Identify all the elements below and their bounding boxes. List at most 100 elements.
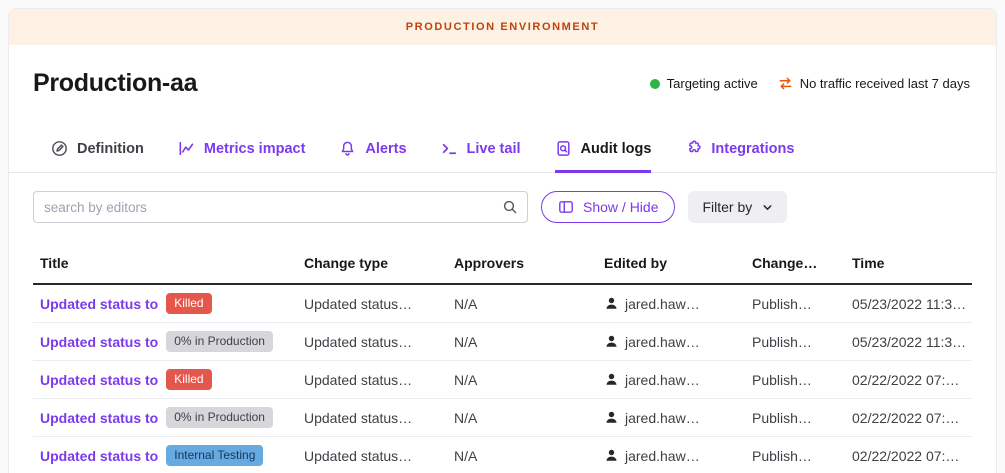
table-row[interactable]: Updated status to Killed Updated status…… xyxy=(33,285,972,323)
table-header-row: Title Change type Approvers Edited by Ch… xyxy=(33,247,972,285)
cell-change: Publish… xyxy=(745,296,845,312)
cell-change: Publish… xyxy=(745,410,845,426)
page-header: Production-aa Targeting active No traffi… xyxy=(9,45,996,98)
definition-pencil-icon xyxy=(51,140,68,157)
status-badge: 0% in Production xyxy=(166,407,273,428)
row-title-link[interactable]: Updated status to xyxy=(40,296,158,312)
cell-time: 05/23/2022 11:3… xyxy=(845,334,972,350)
environment-card: PRODUCTION ENVIRONMENT Production-aa Tar… xyxy=(8,8,997,473)
cell-time: 02/22/2022 07:… xyxy=(845,372,972,388)
targeting-status-label: Targeting active xyxy=(667,76,758,91)
cell-edited-by: jared.haw… xyxy=(597,410,745,426)
line-chart-icon xyxy=(178,140,195,157)
tab-audit-logs[interactable]: Audit logs xyxy=(555,140,652,173)
filter-by-label: Filter by xyxy=(702,199,752,215)
cell-change: Publish… xyxy=(745,372,845,388)
cell-time: 05/23/2022 11:3… xyxy=(845,296,972,312)
cell-change-type: Updated status… xyxy=(297,334,447,350)
cell-edited-by: jared.haw… xyxy=(597,334,745,350)
show-hide-button[interactable]: Show / Hide xyxy=(541,191,675,223)
person-icon xyxy=(604,372,619,387)
tab-label: Definition xyxy=(77,141,144,157)
table-row[interactable]: Updated status to 0% in Production Updat… xyxy=(33,399,972,437)
traffic-status: No traffic received last 7 days xyxy=(778,76,970,91)
cell-title: Updated status to Killed xyxy=(33,293,297,314)
cell-edited-by: jared.haw… xyxy=(597,372,745,388)
tab-alerts[interactable]: Alerts xyxy=(339,140,406,173)
cell-title: Updated status to Killed xyxy=(33,369,297,390)
person-icon xyxy=(604,448,619,463)
person-icon xyxy=(604,410,619,425)
edited-by-name: jared.haw… xyxy=(625,448,700,464)
tab-metrics-impact[interactable]: Metrics impact xyxy=(178,140,306,173)
table-row[interactable]: Updated status to 0% in Production Updat… xyxy=(33,323,972,361)
puzzle-icon xyxy=(685,140,702,157)
header-edited-by: Edited by xyxy=(597,255,745,271)
cell-change-type: Updated status… xyxy=(297,410,447,426)
tab-live-tail[interactable]: Live tail xyxy=(441,140,521,173)
cell-time: 02/22/2022 07:… xyxy=(845,410,972,426)
bell-icon xyxy=(339,140,356,157)
production-environment-banner: PRODUCTION ENVIRONMENT xyxy=(9,9,996,45)
audit-log-document-icon xyxy=(555,140,572,157)
tab-bar: Definition Metrics impact Alerts Live ta… xyxy=(9,140,996,173)
targeting-status: Targeting active xyxy=(650,76,758,91)
cell-approvers: N/A xyxy=(447,448,597,464)
tab-label: Metrics impact xyxy=(204,141,306,157)
tab-integrations[interactable]: Integrations xyxy=(685,140,794,173)
traffic-status-label: No traffic received last 7 days xyxy=(800,76,970,91)
audit-log-table: Title Change type Approvers Edited by Ch… xyxy=(33,247,972,473)
cell-title: Updated status to Internal Testing xyxy=(33,445,297,466)
cell-change: Publish… xyxy=(745,448,845,464)
columns-icon xyxy=(558,199,574,215)
header-title: Title xyxy=(33,255,297,271)
status-badge: Killed xyxy=(166,293,211,314)
row-title-link[interactable]: Updated status to xyxy=(40,372,158,388)
table-row[interactable]: Updated status to Killed Updated status…… xyxy=(33,361,972,399)
filter-by-button[interactable]: Filter by xyxy=(688,191,787,223)
cell-change: Publish… xyxy=(745,334,845,350)
status-indicators: Targeting active No traffic received las… xyxy=(650,76,970,91)
tab-label: Live tail xyxy=(467,141,521,157)
targeting-active-dot-icon xyxy=(650,79,660,89)
cell-approvers: N/A xyxy=(447,410,597,426)
chevron-down-icon xyxy=(760,200,775,215)
cell-change-type: Updated status… xyxy=(297,448,447,464)
tab-label: Alerts xyxy=(365,141,406,157)
person-icon xyxy=(604,334,619,349)
search-wrapper xyxy=(33,191,528,223)
cell-approvers: N/A xyxy=(447,334,597,350)
status-badge: 0% in Production xyxy=(166,331,273,352)
cell-time: 02/22/2022 07:… xyxy=(845,448,972,464)
row-title-link[interactable]: Updated status to xyxy=(40,410,158,426)
search-input[interactable] xyxy=(33,191,528,223)
tab-definition[interactable]: Definition xyxy=(51,140,144,173)
table-toolbar: Show / Hide Filter by xyxy=(9,173,996,237)
edited-by-name: jared.haw… xyxy=(625,372,700,388)
row-title-link[interactable]: Updated status to xyxy=(40,334,158,350)
edited-by-name: jared.haw… xyxy=(625,296,700,312)
cell-edited-by: jared.haw… xyxy=(597,448,745,464)
header-change-type: Change type xyxy=(297,255,447,271)
status-badge: Killed xyxy=(166,369,211,390)
banner-label: PRODUCTION ENVIRONMENT xyxy=(406,21,599,33)
edited-by-name: jared.haw… xyxy=(625,410,700,426)
cell-approvers: N/A xyxy=(447,296,597,312)
page-title: Production-aa xyxy=(33,69,197,98)
search-icon xyxy=(502,199,518,220)
cell-approvers: N/A xyxy=(447,372,597,388)
traffic-arrows-icon xyxy=(778,76,793,91)
show-hide-label: Show / Hide xyxy=(583,199,658,215)
tab-label: Integrations xyxy=(711,141,794,157)
cell-title: Updated status to 0% in Production xyxy=(33,331,297,352)
row-title-link[interactable]: Updated status to xyxy=(40,448,158,464)
cell-change-type: Updated status… xyxy=(297,372,447,388)
edited-by-name: jared.haw… xyxy=(625,334,700,350)
header-approvers: Approvers xyxy=(447,255,597,271)
cell-edited-by: jared.haw… xyxy=(597,296,745,312)
header-change: Change… xyxy=(745,255,845,271)
table-row[interactable]: Updated status to Internal Testing Updat… xyxy=(33,437,972,473)
person-icon xyxy=(604,296,619,311)
status-badge: Internal Testing xyxy=(166,445,263,466)
cell-change-type: Updated status… xyxy=(297,296,447,312)
